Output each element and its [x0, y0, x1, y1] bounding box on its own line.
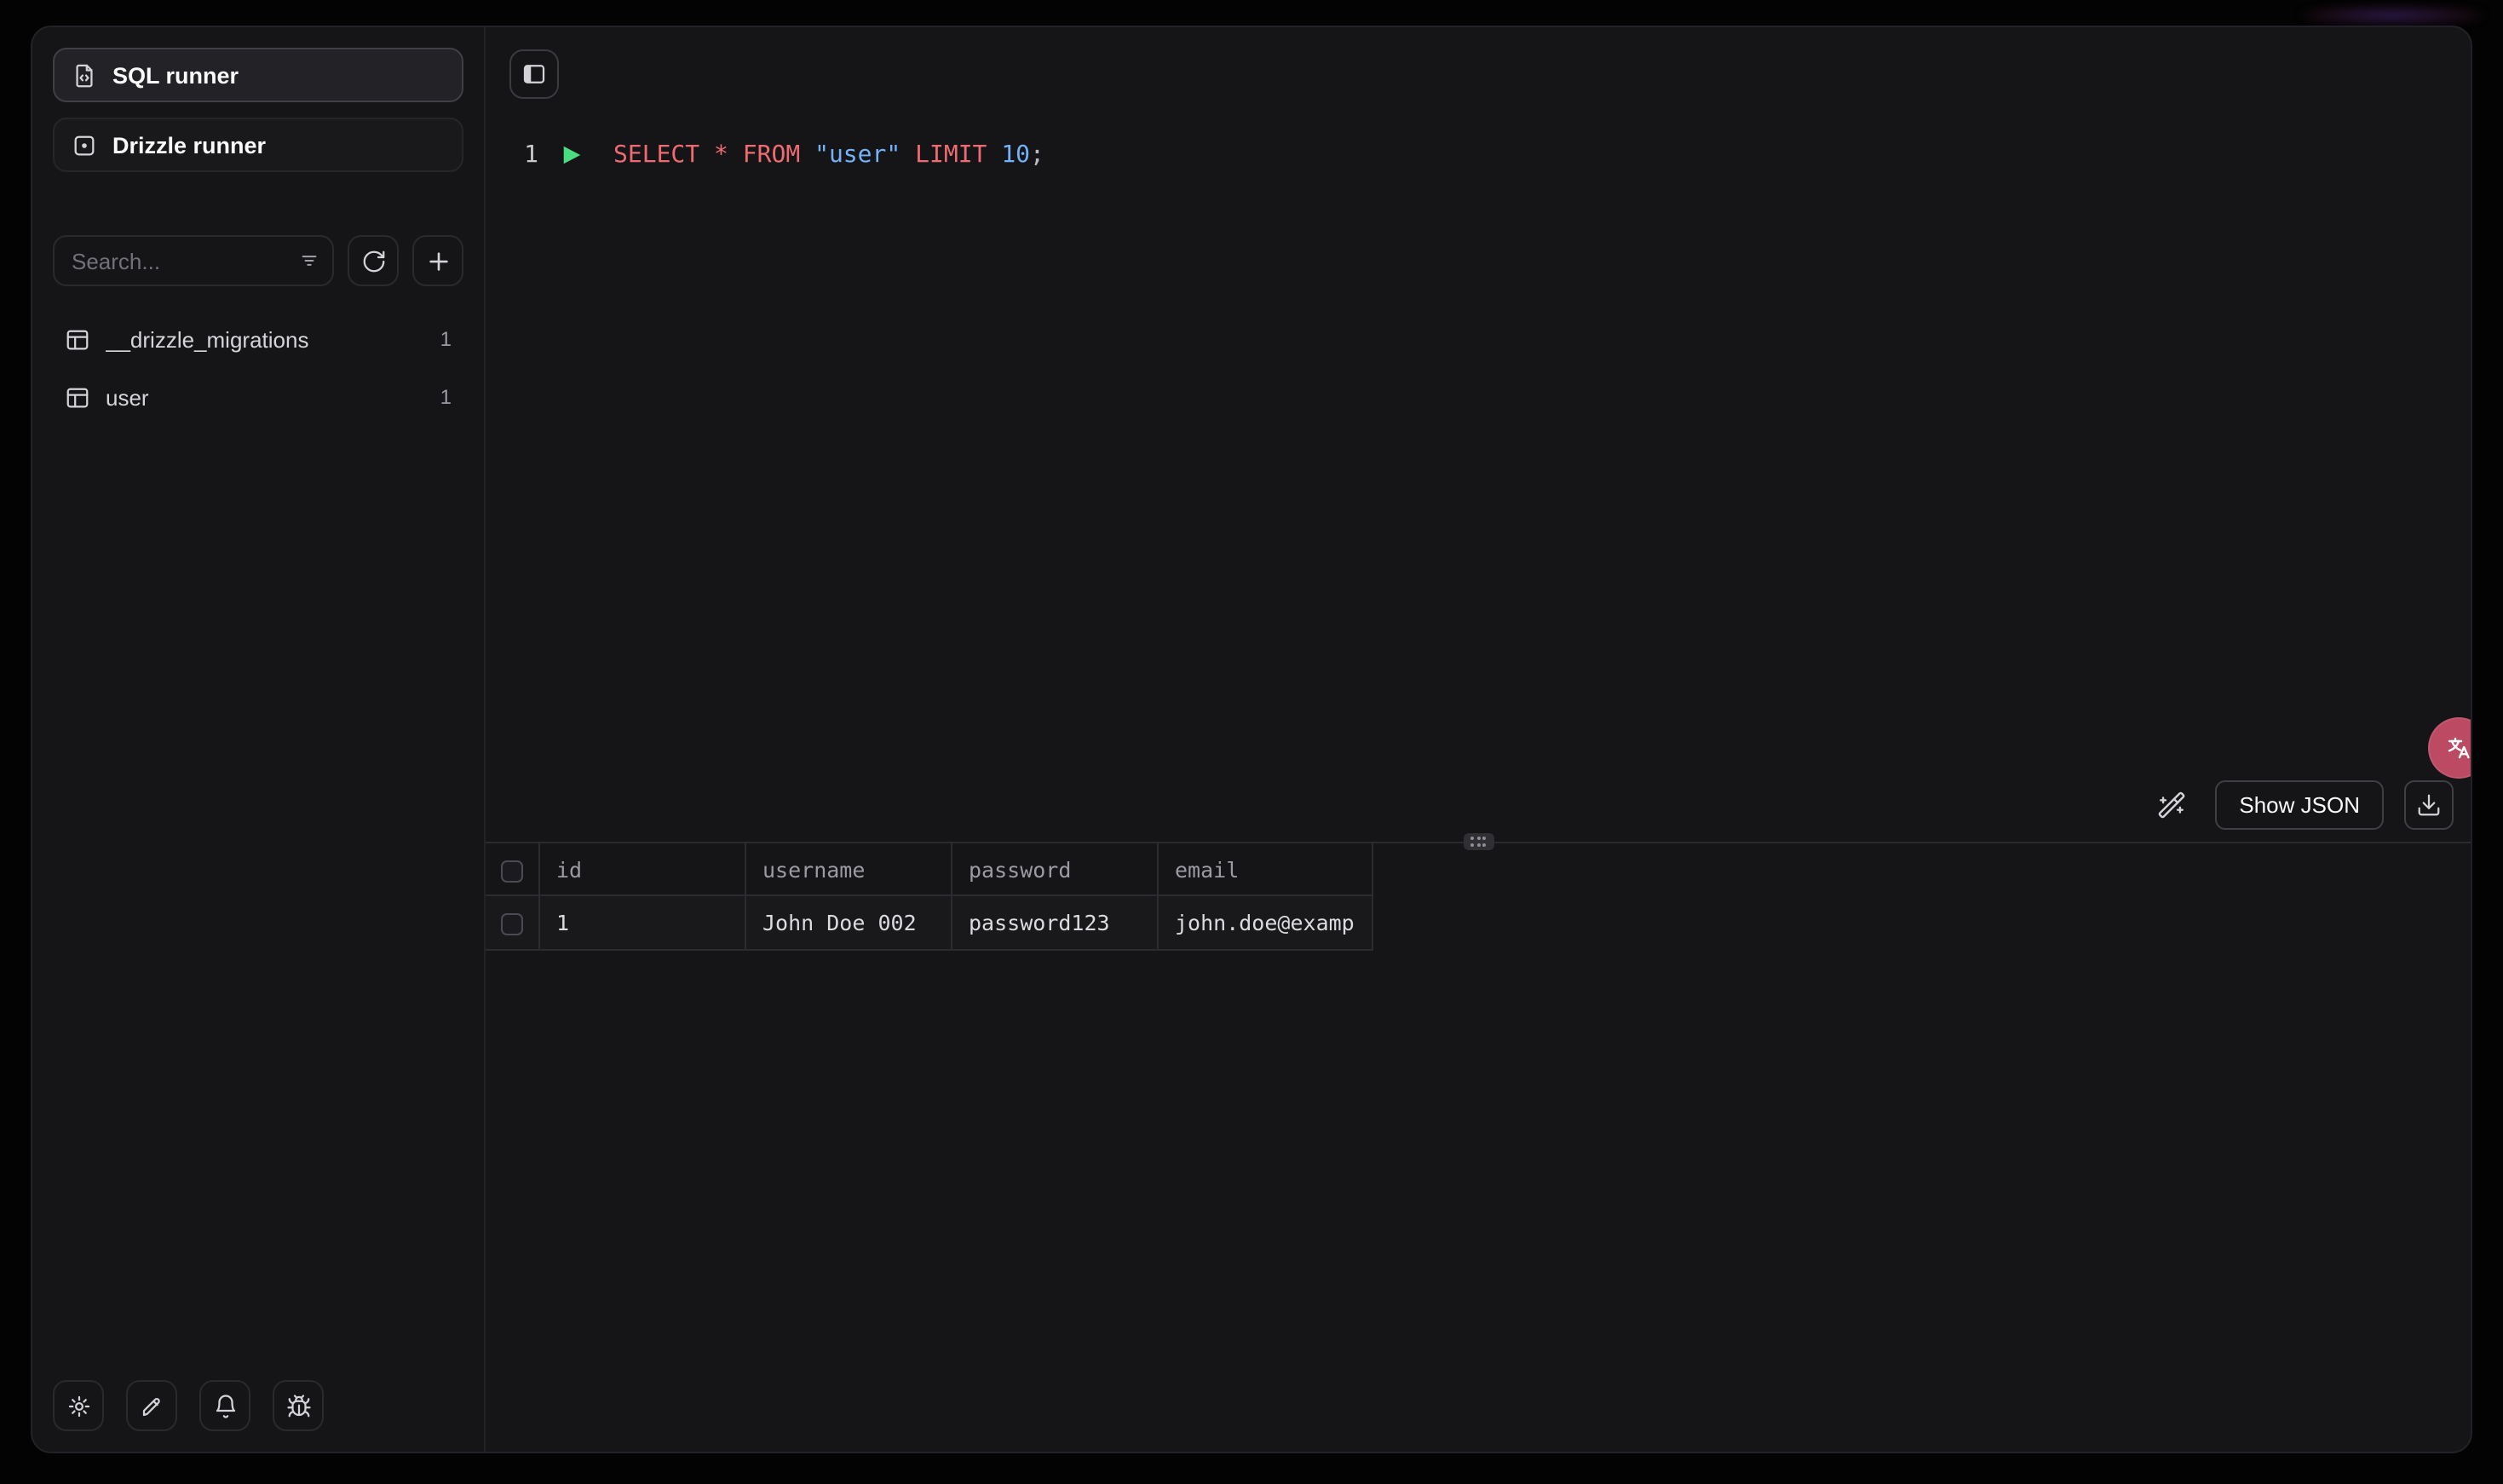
wand-sparkles-icon [2156, 791, 2185, 820]
bell-icon [212, 1393, 238, 1418]
results-body: 1John Doe 002password123john.doe@examp [486, 895, 1372, 950]
panel-left-icon [521, 61, 547, 87]
screen: SQL runner Drizzle runner [0, 0, 2503, 1484]
sidebar-toggle-button[interactable] [509, 49, 559, 99]
sql-code[interactable]: SELECT * FROM "user" LIMIT 10; [613, 141, 1044, 169]
search-row [53, 235, 463, 286]
app-window: SQL runner Drizzle runner [31, 26, 2472, 1453]
gear-icon [66, 1393, 91, 1418]
run-query-button[interactable] [557, 141, 584, 169]
refresh-icon [360, 248, 386, 273]
file-code-icon [72, 62, 97, 88]
select-all-checkbox[interactable] [501, 860, 523, 882]
table-item-count: 1 [440, 385, 452, 409]
show-json-button[interactable]: Show JSON [2215, 780, 2384, 830]
download-button[interactable] [2404, 780, 2454, 830]
drizzle-runner-button[interactable]: Drizzle runner [53, 118, 463, 172]
search-input[interactable] [53, 235, 334, 286]
sql-token [987, 141, 1001, 169]
results-toolbar: Show JSON [486, 780, 2471, 830]
sql-token: 10 [1001, 141, 1030, 169]
sql-token: "user" [814, 141, 901, 169]
table-cell: john.doe@examp [1157, 895, 1372, 950]
settings-button[interactable] [53, 1380, 104, 1431]
square-dot-icon [72, 132, 97, 158]
editor-area[interactable] [486, 172, 2471, 780]
sql-token: ; [1030, 141, 1044, 169]
theme-button[interactable] [126, 1380, 177, 1431]
header-checkbox-cell [486, 843, 538, 895]
add-button[interactable] [412, 235, 463, 286]
table-list: __drizzle_migrations 1 user 1 [53, 313, 463, 423]
sql-token [699, 141, 714, 169]
table-list-item[interactable]: __drizzle_migrations 1 [53, 313, 463, 365]
download-icon [2416, 792, 2442, 818]
table-cell: 1 [538, 895, 745, 950]
debug-button[interactable] [273, 1380, 324, 1431]
sql-token [901, 141, 915, 169]
play-icon [560, 143, 582, 167]
corner-glow [2299, 7, 2486, 24]
plus-icon [425, 248, 451, 273]
column-header: username [745, 843, 951, 895]
column-header: email [1157, 843, 1372, 895]
bug-icon [285, 1393, 311, 1418]
results-divider [486, 842, 2471, 843]
filter-icon [298, 250, 320, 272]
paintbrush-icon [139, 1393, 164, 1418]
notifications-button[interactable] [199, 1380, 250, 1431]
sql-token: FROM [743, 141, 800, 169]
sql-runner-button[interactable]: SQL runner [53, 48, 463, 102]
format-button[interactable] [2147, 781, 2195, 829]
table-row: 1John Doe 002password123john.doe@examp [486, 895, 1372, 950]
main-area: 1 SELECT * FROM "user" LIMIT 10; [486, 27, 2471, 1452]
table-list-item[interactable]: user 1 [53, 371, 463, 423]
sql-token: * [714, 141, 728, 169]
translate-icon [2445, 734, 2472, 762]
sql-token [800, 141, 814, 169]
sql-token: SELECT [613, 141, 699, 169]
sidebar-footer [53, 1380, 324, 1431]
table-item-name: user [106, 384, 425, 410]
row-checkbox[interactable] [501, 913, 523, 935]
refresh-button[interactable] [348, 235, 399, 286]
main-topbar [486, 27, 2471, 99]
runner-label: Drizzle runner [112, 132, 266, 158]
column-header: password [951, 843, 1157, 895]
sql-token [728, 141, 743, 169]
resize-handle[interactable] [1463, 833, 1493, 850]
results-table: idusernamepasswordemail 1John Doe 002pas… [486, 843, 1373, 951]
line-number: 1 [508, 141, 538, 169]
table-item-name: __drizzle_migrations [106, 326, 425, 352]
table-icon [65, 384, 90, 410]
row-checkbox-cell [486, 895, 538, 950]
sql-token: LIMIT [915, 141, 987, 169]
runner-label: SQL runner [112, 62, 239, 88]
results-area: idusernamepasswordemail 1John Doe 002pas… [486, 843, 2471, 1452]
results-header-row: idusernamepasswordemail [486, 843, 1372, 895]
table-icon [65, 326, 90, 352]
table-item-count: 1 [440, 327, 452, 351]
column-header: id [538, 843, 745, 895]
sql-editor-line: 1 SELECT * FROM "user" LIMIT 10; [486, 138, 2471, 172]
table-cell: password123 [951, 895, 1157, 950]
table-cell: John Doe 002 [745, 895, 951, 950]
sidebar: SQL runner Drizzle runner [32, 27, 486, 1452]
